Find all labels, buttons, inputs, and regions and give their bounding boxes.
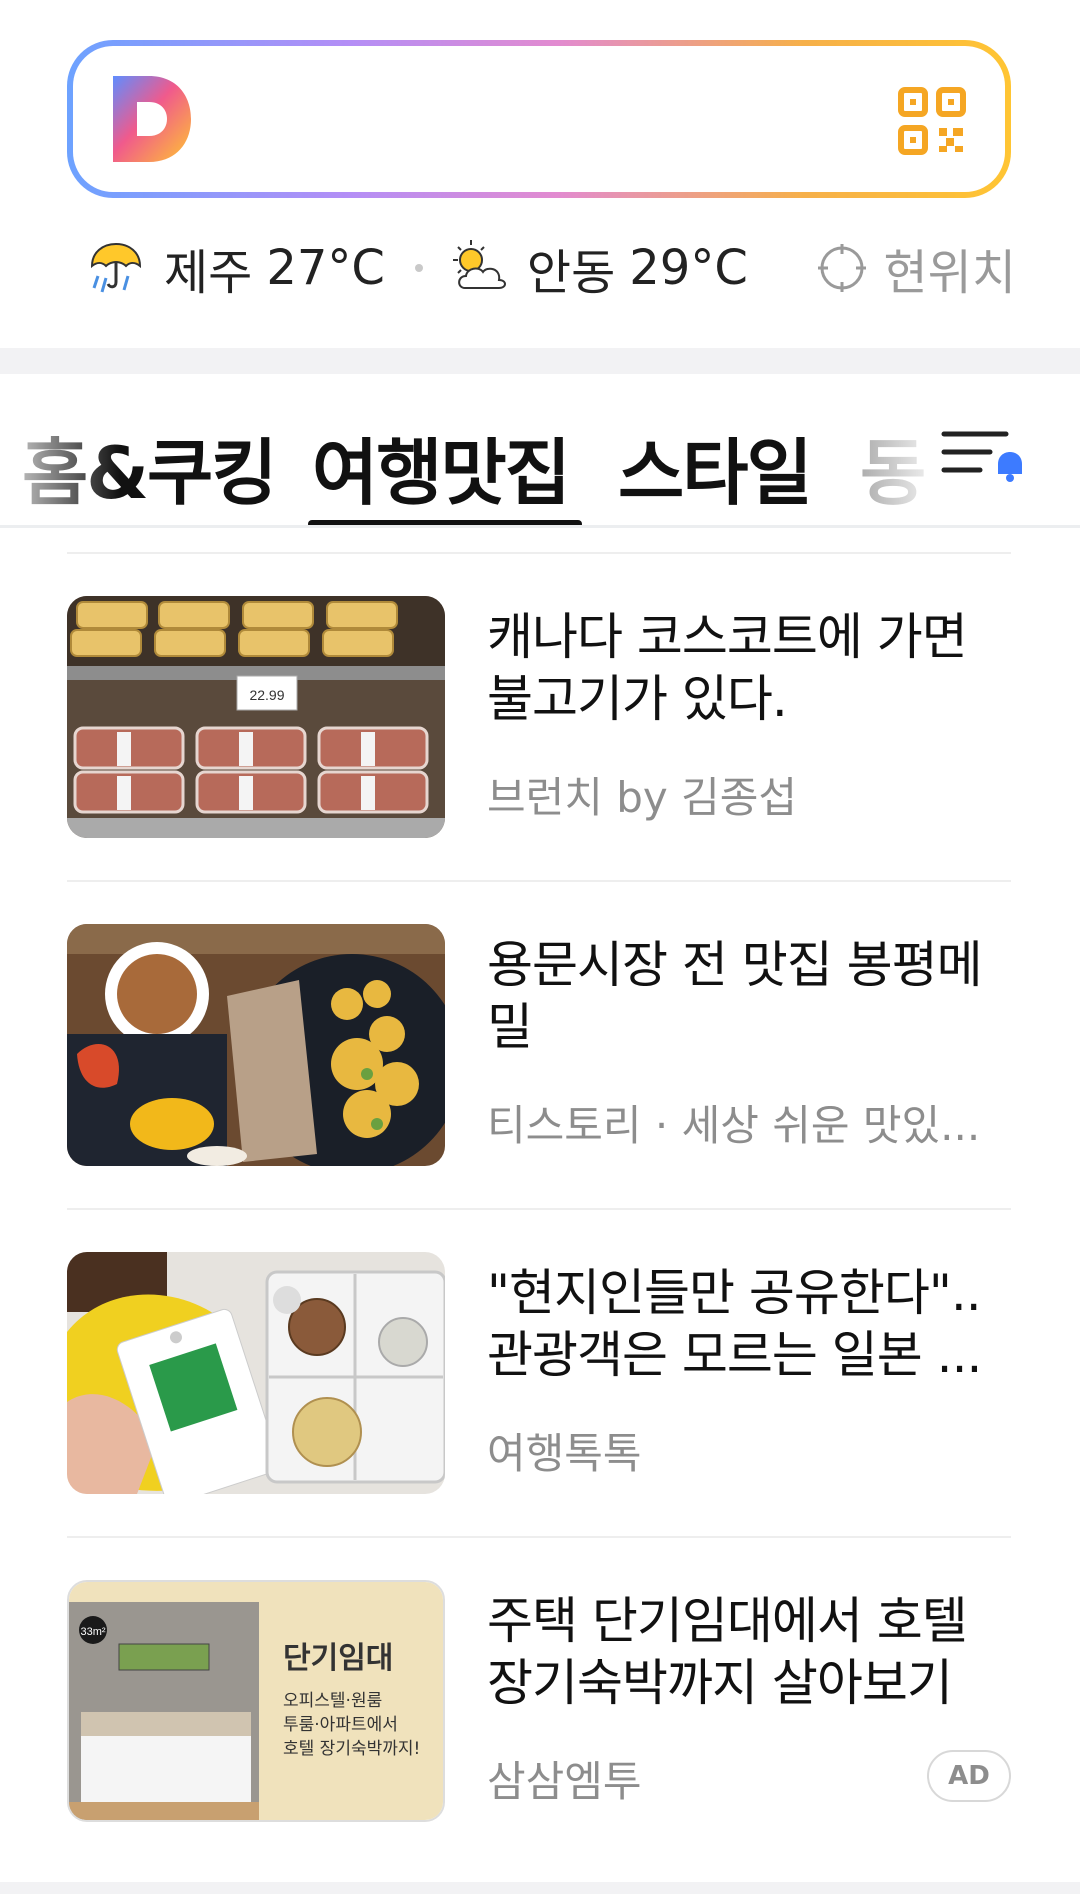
rain-umbrella-icon: [90, 242, 142, 293]
tab-partial[interactable]: 동: [860, 414, 926, 519]
weather-temp: 27°C: [266, 240, 385, 296]
coin-case-image: [67, 1252, 445, 1494]
weather-separator: [414, 264, 423, 272]
jeon-platter-image: [67, 924, 445, 1166]
article-title[interactable]: 캐나다 코스코트에 가면 불고기가 있다.: [487, 606, 1007, 730]
article-source: 티스토리 · 세상 쉬운 맛있...: [487, 1101, 981, 1150]
current-location-button[interactable]: 현위치: [816, 233, 1016, 303]
article-title[interactable]: 용문시장 전 맛집 봉평메밀: [487, 934, 1007, 1058]
category-tabs[interactable]: 홈&쿠킹 여행맛집 스타일 동: [0, 374, 1080, 528]
costco-meat-image: 22.99: [67, 596, 445, 838]
ad-line: 투룸·아파트에서: [283, 1715, 398, 1735]
article-card[interactable]: 22.99 캐나다 코스코트에 가면 불고기가 있다. 브런치 by 김종섭: [67, 554, 1011, 880]
section-divider: [0, 348, 1080, 374]
search-bar[interactable]: [67, 40, 1011, 198]
weather-city: 제주: [164, 245, 253, 301]
article-card[interactable]: "현지인들만 공유한다"..관광객은 모르는 일본 ... 여행톡톡: [67, 1210, 1011, 1536]
menu-notification-icon[interactable]: [940, 424, 1026, 484]
active-tab-indicator: [308, 520, 582, 525]
page: 제주 27°C 안동 29°C 현위치 홈&쿠킹 여행맛집 스타일 동 22.9…: [0, 0, 1080, 1894]
weather-item-jeju[interactable]: 제주 27°C: [86, 233, 385, 303]
daum-logo-icon[interactable]: [111, 74, 193, 164]
ad-line: 오피스텔·원룸: [283, 1691, 382, 1711]
weather-temp: 29°C: [629, 240, 748, 296]
article-card[interactable]: 용문시장 전 맛집 봉평메밀 티스토리 · 세상 쉬운 맛있...: [67, 882, 1011, 1208]
ad-card[interactable]: 33m² 단기임대 오피스텔·원룸 투룸·아파트에서 호텔 장기숙박까지! 주택…: [67, 1538, 1011, 1864]
tab-travel-food[interactable]: 여행맛집: [312, 414, 571, 519]
ad-line: 호텔 장기숙박까지!: [283, 1739, 420, 1759]
article-title[interactable]: "현지인들만 공유한다"..관광객은 모르는 일본 ...: [487, 1262, 1007, 1386]
article-thumbnail[interactable]: 22.99: [67, 596, 445, 838]
article-feed: 22.99 캐나다 코스코트에 가면 불고기가 있다. 브런치 by 김종섭 용…: [67, 552, 1011, 1864]
tab-style[interactable]: 스타일: [618, 414, 813, 519]
article-thumbnail[interactable]: [67, 1252, 445, 1494]
search-input[interactable]: [73, 46, 1005, 192]
price-tag: 22.99: [249, 687, 284, 703]
article-source: 브런치 by 김종섭: [487, 773, 798, 822]
ad-heading: 단기임대: [283, 1641, 393, 1676]
ad-source: 삼삼엠투: [487, 1757, 642, 1806]
weather-bar[interactable]: 제주 27°C 안동 29°C 현위치: [86, 232, 1016, 304]
ad-badge: AD: [927, 1750, 1011, 1802]
sun-cloud-icon: [452, 240, 506, 289]
ad-logo-text: 33m²: [80, 1626, 105, 1638]
article-thumbnail[interactable]: [67, 924, 445, 1166]
qr-code-icon[interactable]: [897, 86, 967, 156]
location-crosshair-icon: [817, 244, 866, 292]
rental-ad-image: 33m² 단기임대 오피스텔·원룸 투룸·아파트에서 호텔 장기숙박까지!: [69, 1582, 443, 1820]
tab-home-cooking[interactable]: 홈&쿠킹: [22, 414, 278, 519]
article-source: 여행톡톡: [487, 1429, 642, 1478]
ad-thumbnail[interactable]: 33m² 단기임대 오피스텔·원룸 투룸·아파트에서 호텔 장기숙박까지!: [67, 1580, 445, 1822]
location-label: 현위치: [883, 245, 1016, 301]
ad-title[interactable]: 주택 단기임대에서 호텔 장기숙박까지 살아보기: [487, 1590, 1007, 1714]
weather-city: 안동: [526, 245, 616, 301]
weather-item-andong[interactable]: 안동 29°C: [449, 233, 748, 303]
bottom-divider: [0, 1882, 1080, 1894]
